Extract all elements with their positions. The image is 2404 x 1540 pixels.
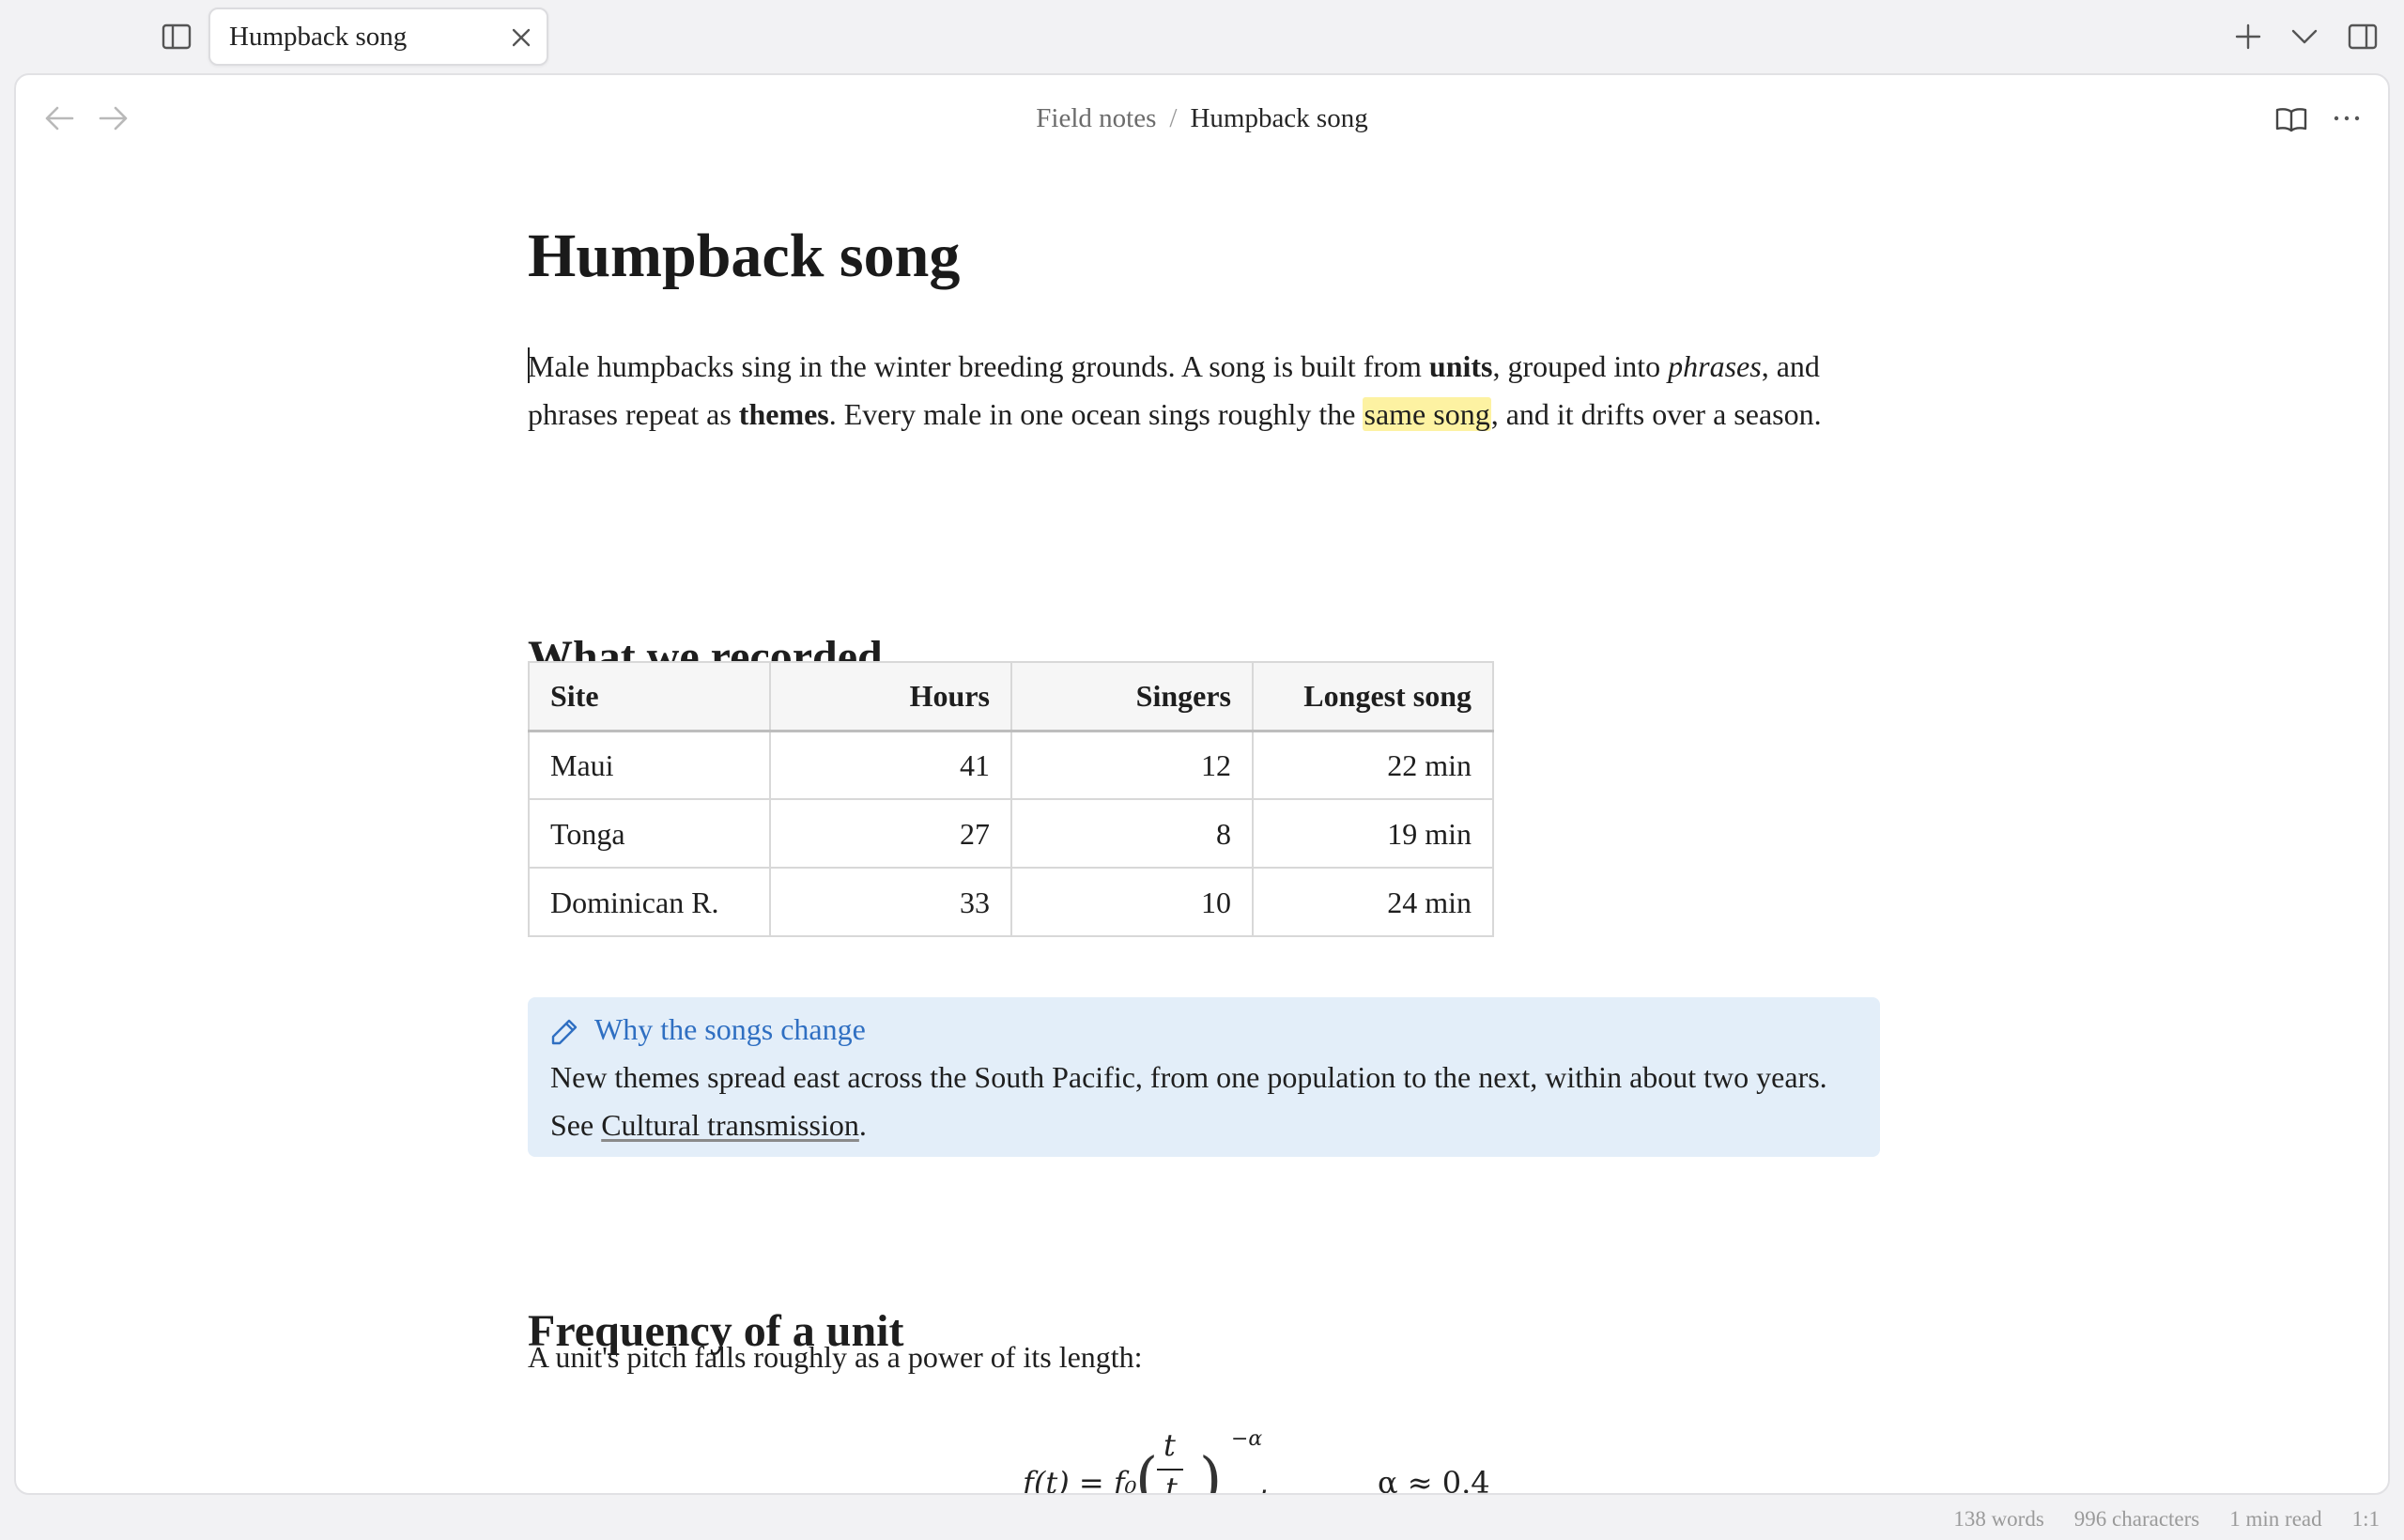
book-open-icon[interactable]	[2275, 106, 2307, 132]
page-title[interactable]: Humpback song	[528, 214, 960, 299]
table-cell[interactable]: 19 min	[1252, 798, 1494, 869]
breadcrumb-separator: /	[1169, 103, 1178, 133]
frequency-paragraph[interactable]: A unit's pitch falls roughly as a power …	[528, 1333, 1889, 1381]
word-count: 138 words	[1953, 1507, 2044, 1531]
table-row: Maui 41 12 22 min	[528, 730, 1494, 800]
intro-text: , grouped into	[1492, 349, 1669, 383]
table-cell[interactable]: 33	[769, 867, 1012, 937]
table-cell[interactable]: Maui	[528, 730, 771, 800]
table-header-cell[interactable]: Hours	[769, 661, 1012, 732]
callout-text-end: .	[858, 1108, 867, 1142]
callout-title[interactable]: Why the songs change	[594, 1009, 866, 1050]
table-row: Dominican R. 33 10 24 min	[528, 867, 1494, 937]
tab-title: Humpback song	[229, 22, 408, 52]
intro-italic-phrases: phrases	[1668, 349, 1762, 383]
formula-exponent: −α	[1231, 1427, 1263, 1451]
plus-icon[interactable]	[2235, 23, 2261, 50]
intro-text: Male humpbacks sing in the winter breedi…	[528, 349, 1429, 383]
intro-bold-themes: themes	[738, 397, 829, 431]
callout-note[interactable]: Why the songs change New themes spread e…	[528, 997, 1880, 1157]
cursor-position: 1:1	[2351, 1507, 2380, 1531]
more-options-icon[interactable]	[2334, 115, 2360, 122]
table-row: Tonga 27 8 19 min	[528, 798, 1494, 869]
pencil-icon	[550, 1018, 578, 1046]
formula-lhs: f(t) = f₀	[1023, 1465, 1137, 1495]
character-count: 996 characters	[2073, 1507, 2200, 1531]
close-icon[interactable]	[511, 27, 532, 48]
right-sidebar-icon[interactable]	[2348, 23, 2378, 50]
table-header-cell[interactable]: Site	[528, 661, 771, 732]
intro-bold-units: units	[1428, 349, 1493, 383]
formula-comma: ,	[1259, 1465, 1270, 1495]
table-header-cell[interactable]: Longest song	[1252, 661, 1494, 732]
tab-humpback-song[interactable]: Humpback song	[208, 8, 548, 66]
math-formula[interactable]: f(t) = f₀ ( t t ) −α , α ≈ 0.4	[1023, 1427, 1680, 1495]
table-cell[interactable]: 10	[1010, 867, 1254, 937]
formula-alpha: α ≈ 0.4	[1378, 1465, 1490, 1495]
tab-strip: Humpback song	[0, 0, 2404, 73]
table-header-row: Site Hours Singers Longest song	[528, 661, 1494, 732]
table-cell[interactable]: 8	[1010, 798, 1254, 869]
table-cell[interactable]: 24 min	[1252, 867, 1494, 937]
table-cell[interactable]: Tonga	[528, 798, 771, 869]
intro-text: . Every male in one ocean sings roughly …	[828, 397, 1364, 431]
callout-body: New themes spread east across the South …	[550, 1054, 1846, 1149]
formula-denominator: t	[1165, 1471, 1178, 1495]
table-cell[interactable]: 41	[769, 730, 1012, 800]
intro-paragraph[interactable]: Male humpbacks sing in the winter breedi…	[528, 343, 1889, 439]
table-cell[interactable]: 12	[1010, 730, 1254, 800]
formula-right-paren: )	[1199, 1444, 1223, 1495]
recordings-table[interactable]: Site Hours Singers Longest song Maui 41 …	[528, 661, 1494, 937]
breadcrumb-parent[interactable]: Field notes	[1036, 103, 1156, 133]
table-cell[interactable]: 27	[769, 798, 1012, 869]
internal-link-cultural-transmission[interactable]: Cultural transmission	[601, 1108, 859, 1142]
intro-text: , and it drifts over a season.	[1490, 397, 1822, 431]
reading-time: 1 min read	[2229, 1507, 2322, 1531]
highlighted-text: same song	[1363, 397, 1491, 431]
formula-numerator: t	[1163, 1427, 1176, 1463]
sidebar-toggle-icon[interactable]	[162, 23, 192, 50]
formula-left-paren: (	[1135, 1444, 1159, 1495]
chevron-down-icon[interactable]	[2291, 28, 2318, 45]
breadcrumb: Field notes / Humpback song	[16, 100, 2388, 137]
breadcrumb-current[interactable]: Humpback song	[1190, 103, 1367, 133]
table-cell[interactable]: Dominican R.	[528, 867, 771, 937]
editor-pane: Field notes / Humpback song Humpback song …	[14, 73, 2390, 1495]
status-bar: 138 words 996 characters 1 min read 1:1	[1923, 1499, 2380, 1540]
table-cell[interactable]: 22 min	[1252, 730, 1494, 800]
table-header-cell[interactable]: Singers	[1010, 661, 1254, 732]
